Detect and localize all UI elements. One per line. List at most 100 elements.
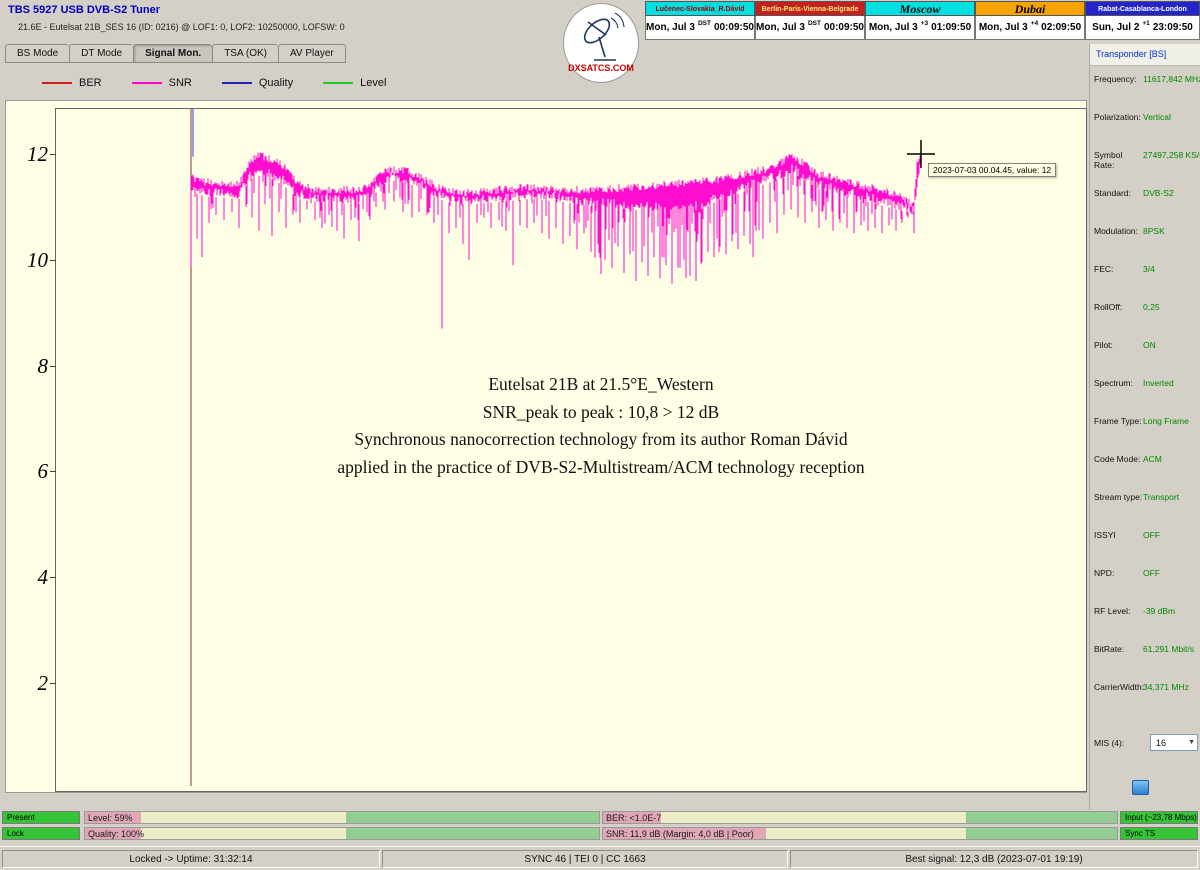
transponder-field-rolloff: RollOff:0,25: [1094, 302, 1198, 340]
legend-item-ber: BER: [42, 77, 102, 89]
mis-value: 16: [1156, 738, 1166, 748]
gauge-zone: [766, 828, 966, 839]
field-value: 34,371 MHz: [1143, 682, 1189, 692]
gauge-label: SNR: 11,9 dB (Margin: 4,0 dB | Poor): [606, 829, 754, 839]
transponder-field-pilot: Pilot:ON: [1094, 340, 1198, 378]
field-label: Standard:: [1094, 188, 1143, 198]
y-tick-mark: [50, 471, 56, 472]
clock-berlin-paris-vienna-belgrade: Berlin-Paris-Vienna-BelgradeMon, Jul 3DS…: [755, 1, 865, 40]
snr-signal-path: [191, 150, 921, 329]
transponder-field-fec: FEC:3/4: [1094, 264, 1198, 302]
clock-time: Mon, Jul 3+402:09:50: [975, 16, 1085, 40]
field-value: Transport: [1143, 492, 1179, 502]
field-value: -39 dBm: [1143, 606, 1175, 616]
clock-city-label: Dubai: [975, 1, 1085, 16]
transponder-field-modulation: Modulation:8PSK: [1094, 226, 1198, 264]
y-tick-mark: [50, 683, 56, 684]
tab-bs-mode[interactable]: BS Mode: [5, 44, 69, 63]
field-label: BitRate:: [1094, 644, 1143, 654]
y-tick-label: 8: [18, 353, 48, 379]
transponder-field-standard: Standard:DVB-S2: [1094, 188, 1198, 226]
field-value: OFF: [1143, 530, 1160, 540]
field-label: NPD:: [1094, 568, 1143, 578]
tab-av-player[interactable]: AV Player: [278, 44, 346, 63]
y-tick-label: 2: [18, 670, 48, 696]
clock-time: Mon, Jul 3+301:09:50: [865, 16, 975, 40]
y-tick-label: 12: [18, 141, 48, 167]
field-label: Pilot:: [1094, 340, 1143, 350]
mode-tabs: BS ModeDT ModeSignal Mon.TSA (OK)AV Play…: [5, 44, 346, 63]
tab-signal-mon[interactable]: Signal Mon.: [133, 44, 212, 63]
field-label: Spectrum:: [1094, 378, 1143, 388]
transponder-field-frequency: Frequency:11617,842 MHz: [1094, 74, 1198, 112]
tab-dt-mode[interactable]: DT Mode: [69, 44, 133, 63]
snr-trace: [56, 109, 1086, 791]
y-tick-label: 4: [18, 564, 48, 590]
clock-city-label: Lučenec-Slovakia_R.Dávid: [645, 1, 755, 16]
transponder-field-stream-type: Stream type:Transport: [1094, 492, 1198, 530]
clock-dubai: DubaiMon, Jul 3+402:09:50: [975, 1, 1085, 40]
legend-label: SNR: [169, 77, 192, 89]
status-flag-lock: Lock: [2, 827, 80, 840]
field-value: ACM: [1143, 454, 1162, 464]
transponder-field-code-mode: Code Mode:ACM: [1094, 454, 1198, 492]
gauge-zone: [966, 812, 1117, 823]
field-value: 3/4: [1143, 264, 1155, 274]
field-value: 0,25: [1143, 302, 1160, 312]
value-tooltip: 2023-07-03 00.04.45, value: 12: [928, 163, 1056, 177]
gauge-label: Level: 59%: [88, 813, 133, 823]
mis-label: MIS (4):: [1094, 738, 1143, 748]
tab-tsa-ok[interactable]: TSA (OK): [212, 44, 278, 63]
field-value: 61,291 Mbit/s: [1143, 644, 1194, 654]
field-label: ISSYI: [1094, 530, 1143, 540]
gauge-zone: [346, 828, 599, 839]
field-label: Code Mode:: [1094, 454, 1143, 464]
legend-item-level: Level: [323, 77, 386, 89]
gauge-zone: [141, 812, 346, 823]
signal-chart-widget: Eutelsat 21B at 21.5°E_WesternSNR_peak t…: [5, 100, 1087, 793]
field-value: ON: [1143, 340, 1156, 350]
signal-status-gauges: PresentLevel: 59%BER: <1.0E-7Input (~23,…: [0, 811, 1200, 843]
transponder-fields: Frequency:11617,842 MHzPolarization:Vert…: [1094, 74, 1198, 720]
field-value: DVB-S2: [1143, 188, 1174, 198]
y-tick-mark: [50, 260, 56, 261]
y-tick-label: 6: [18, 458, 48, 484]
gauge-zone: [141, 828, 346, 839]
field-label: Polarization:: [1094, 112, 1143, 122]
clock-city-label: Berlin-Paris-Vienna-Belgrade: [755, 1, 865, 16]
field-value: 8PSK: [1143, 226, 1165, 236]
clock-city-label: Rabat-Casablanca-London: [1085, 1, 1200, 16]
world-clocks: Lučenec-Slovakia_R.DávidMon, Jul 3DST00:…: [645, 1, 1200, 40]
mis-dropdown[interactable]: 16 ▼: [1150, 734, 1198, 751]
field-label: Frame Type:: [1094, 416, 1143, 426]
y-tick-mark: [50, 366, 56, 367]
field-value: 11617,842 MHz: [1143, 74, 1200, 84]
transponder-field-carrierwidth: CarrierWidth:34,371 MHz: [1094, 682, 1198, 720]
legend-line-icon: [222, 82, 252, 84]
status-row-0: PresentLevel: 59%BER: <1.0E-7Input (~23,…: [0, 811, 1200, 824]
field-value: Inverted: [1143, 378, 1174, 388]
clock-rabat-casablanca-london: Rabat-Casablanca-LondonSun, Jul 2+123:09…: [1085, 1, 1200, 40]
transponder-field-rf-level: RF Level:-39 dBm: [1094, 606, 1198, 644]
mis-row: MIS (4): 16 ▼: [1094, 734, 1198, 751]
field-label: RollOff:: [1094, 302, 1143, 312]
status-flag-sync-ts: Sync TS: [1120, 827, 1198, 840]
legend-item-quality: Quality: [222, 77, 293, 89]
y-tick-label: 10: [18, 247, 48, 273]
clock-lu-enec-slovakia-r-d-vid: Lučenec-Slovakia_R.DávidMon, Jul 3DST00:…: [645, 1, 755, 40]
status-flag-present: Present: [2, 811, 80, 824]
field-value: Long Frame: [1143, 416, 1189, 426]
panel-mini-button[interactable]: [1132, 780, 1149, 795]
field-label: RF Level:: [1094, 606, 1143, 616]
app-title: TBS 5927 USB DVB-S2 Tuner: [8, 4, 160, 16]
field-label: Symbol Rate:: [1094, 150, 1143, 170]
legend-line-icon: [132, 82, 162, 84]
clock-moscow: MoscowMon, Jul 3+301:09:50: [865, 1, 975, 40]
legend-line-icon: [323, 82, 353, 84]
legend-label: Level: [360, 77, 386, 89]
statusbar-cell-0: Locked -> Uptime: 31:32:14: [2, 850, 380, 868]
transponder-field-bitrate: BitRate:61,291 Mbit/s: [1094, 644, 1198, 682]
gauge-zone: [661, 812, 966, 823]
snr-plot-area[interactable]: Eutelsat 21B at 21.5°E_WesternSNR_peak t…: [56, 109, 1086, 791]
chart-legend: BER SNR Quality Level: [42, 77, 386, 89]
